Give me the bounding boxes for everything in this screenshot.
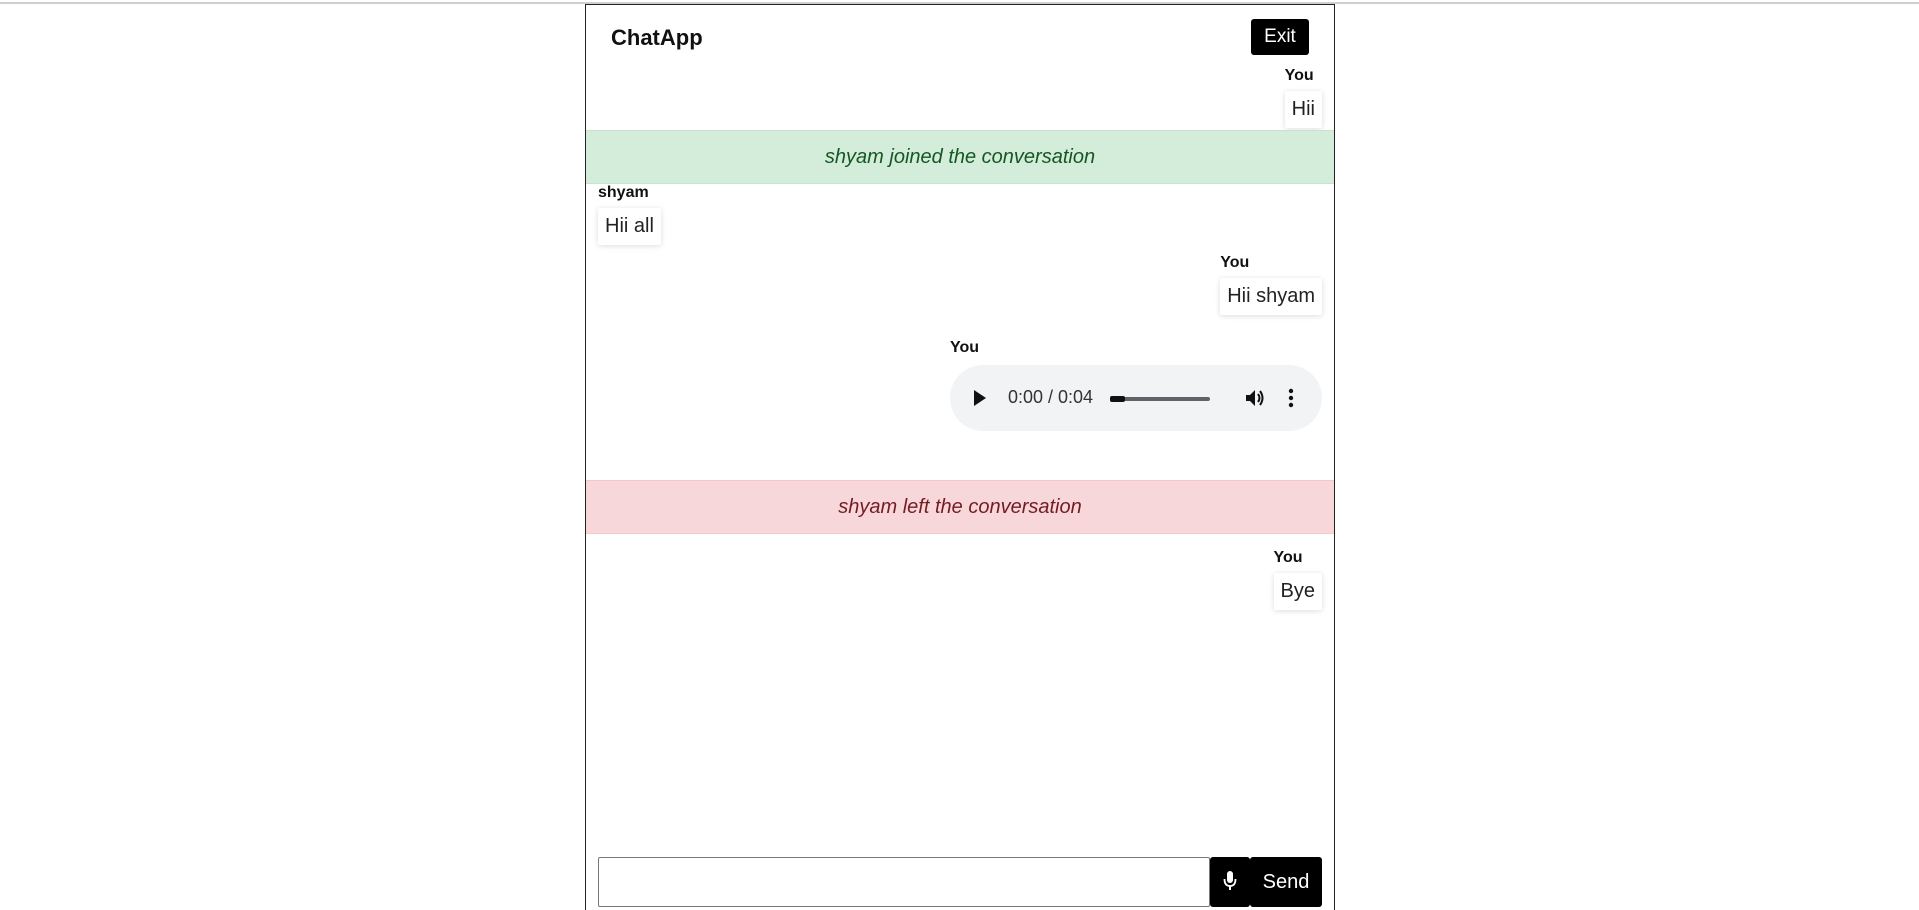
message-sender: You	[1284, 67, 1314, 84]
message-input[interactable]	[598, 857, 1210, 907]
mic-button[interactable]	[1210, 857, 1250, 907]
join-notice: shyam joined the conversation	[586, 130, 1334, 184]
message-composer: Send	[586, 853, 1334, 909]
microphone-icon	[1223, 870, 1237, 890]
message-sender: You	[1273, 549, 1303, 566]
audio-message-item: You 0:00 / 0:04	[950, 339, 1322, 431]
message-sender: You	[1220, 254, 1250, 271]
message-item: You Hii	[1284, 67, 1322, 128]
message-bubble: Hii shyam	[1220, 278, 1322, 315]
audio-time: 0:00 / 0:04	[1008, 387, 1094, 407]
leave-notice: shyam left the conversation	[586, 480, 1334, 534]
play-icon[interactable]	[974, 390, 986, 406]
audio-progress-fill	[1110, 396, 1125, 402]
message-bubble: Bye	[1273, 573, 1322, 610]
message-bubble: Hii	[1284, 91, 1322, 128]
message-sender: You	[950, 339, 980, 356]
message-sender: shyam	[598, 184, 649, 201]
message-item: You Hii shyam	[1220, 254, 1322, 315]
message-item: shyam Hii all	[598, 184, 661, 245]
exit-button[interactable]: Exit	[1251, 19, 1309, 55]
app-header: ChatApp Exit	[586, 5, 1334, 67]
app-title: ChatApp	[611, 25, 703, 50]
more-options-icon[interactable]	[1288, 388, 1294, 408]
audio-player[interactable]: 0:00 / 0:04	[950, 365, 1322, 431]
send-button[interactable]: Send	[1250, 857, 1322, 907]
message-item: You Bye	[1273, 549, 1322, 610]
chat-app-window: ChatApp Exit You Hii shyam joined the co…	[585, 4, 1335, 910]
message-list: You Hii shyam joined the conversation sh…	[586, 67, 1334, 847]
volume-icon[interactable]	[1245, 389, 1265, 407]
message-bubble: Hii all	[598, 208, 661, 245]
audio-progress-track[interactable]	[1110, 396, 1210, 402]
